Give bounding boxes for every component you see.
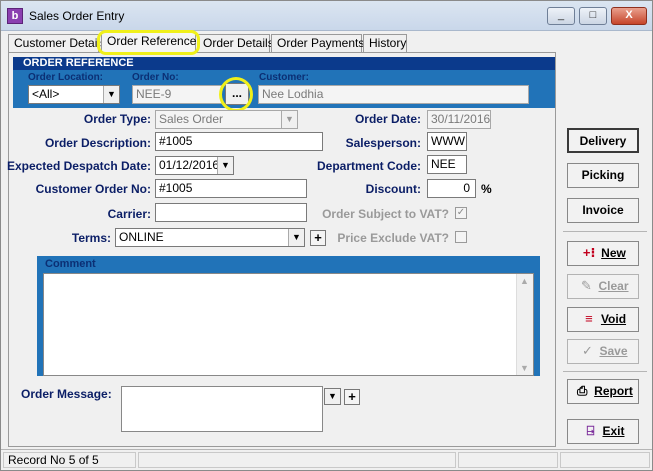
app-b-icon: b (7, 8, 23, 24)
minimize-button[interactable]: _ (547, 7, 575, 25)
department-code-field[interactable]: NEE (427, 155, 467, 174)
report-button[interactable]: ⎙ Report (567, 379, 639, 404)
despatch-date-picker[interactable]: 01/12/2016 ▼ (155, 156, 234, 175)
chevron-down-icon[interactable]: ▼ (103, 86, 119, 103)
record-status: Record No 5 of 5 (3, 452, 136, 468)
despatch-date-value: 01/12/2016 (159, 158, 220, 172)
close-button[interactable]: X (611, 7, 647, 25)
status-cell (138, 452, 456, 468)
exit-door-icon: ⍈ (586, 423, 595, 438)
vat-subject-checkbox[interactable]: ✓ (455, 207, 467, 219)
void-button-label: Void (600, 312, 627, 326)
terms-value: ONLINE (119, 230, 164, 244)
add-message-button[interactable]: + (344, 389, 360, 405)
salesperson-label: Salesperson: (345, 136, 421, 150)
section-header: ORDER REFERENCE (13, 57, 555, 70)
customer-field[interactable]: Nee Lodhia (258, 85, 529, 104)
report-button-label: Report (594, 384, 633, 398)
scroll-down-icon[interactable]: ▼ (520, 363, 529, 373)
maximize-button[interactable]: □ (579, 7, 607, 25)
comment-scrollbar[interactable]: ▲ ▼ (516, 274, 533, 375)
order-type-value: Sales Order (159, 112, 224, 126)
side-divider (563, 371, 647, 372)
comment-panel: Comment ▲ ▼ (37, 256, 540, 376)
side-divider (563, 231, 647, 232)
save-button-label: Save (599, 344, 628, 358)
scroll-up-icon[interactable]: ▲ (520, 276, 529, 286)
status-cell (560, 452, 650, 468)
order-no-field[interactable]: NEE-9 (132, 85, 222, 104)
save-button[interactable]: ✓ Save (567, 339, 639, 364)
order-type-label: Order Type: (83, 112, 151, 126)
status-bar: Record No 5 of 5 (1, 449, 652, 470)
order-location-label: Order Location: (28, 72, 104, 83)
comment-label: Comment (45, 258, 96, 270)
discount-percent-sign: % (481, 182, 492, 196)
discount-field[interactable]: 0 (427, 179, 476, 198)
void-button[interactable]: ≡ Void (567, 307, 639, 332)
order-description-field[interactable]: #1005 (155, 132, 323, 151)
order-date-label: Order Date: (354, 112, 421, 126)
printer-icon: ⎙ (576, 383, 588, 398)
exit-button[interactable]: ⍈ Exit (567, 419, 639, 444)
customer-order-no-field[interactable]: #1005 (155, 179, 307, 198)
order-message-field[interactable] (121, 386, 323, 432)
clear-button-label: Clear (598, 279, 629, 293)
exit-button-label: Exit (602, 424, 625, 438)
chevron-down-icon[interactable]: ▼ (325, 389, 340, 404)
order-lookup-button[interactable]: ... (225, 83, 249, 105)
title-bar: b Sales Order Entry _ □ X (1, 1, 652, 31)
terms-label: Terms: (71, 231, 111, 245)
order-location-select[interactable]: <All> ▼ (28, 85, 120, 104)
customer-label: Customer: (259, 72, 310, 83)
vat-subject-label: Order Subject to VAT? (322, 207, 449, 221)
window-title: Sales Order Entry (29, 9, 125, 23)
new-button[interactable]: +⁝ New (567, 241, 639, 266)
department-code-label: Department Code: (316, 159, 421, 173)
checkmark-icon: ✓ (582, 343, 593, 358)
price-exclude-vat-checkbox[interactable] (455, 231, 467, 243)
order-type-select[interactable]: Sales Order ▼ (155, 110, 298, 129)
salesperson-field[interactable]: WWW (427, 132, 467, 151)
chevron-down-icon[interactable]: ▼ (217, 157, 233, 174)
order-location-value: <All> (32, 87, 60, 101)
order-description-label: Order Description: (44, 136, 151, 150)
carrier-field[interactable] (155, 203, 307, 222)
sales-order-window: b Sales Order Entry _ □ X Customer Detai… (0, 0, 653, 471)
customer-order-no-label: Customer Order No: (35, 182, 151, 196)
new-record-icon: +⁝ (582, 245, 596, 260)
invoice-button[interactable]: Invoice (567, 198, 639, 223)
order-date-field[interactable]: 30/11/2016 (427, 110, 491, 129)
comment-textarea[interactable]: ▲ ▼ (43, 273, 534, 376)
despatch-date-label: Expected Despatch Date: (6, 159, 151, 173)
tab-customer-details[interactable]: Customer Details (8, 34, 106, 52)
order-message-label: Order Message: (21, 387, 112, 401)
eraser-icon: ✎ (581, 278, 592, 293)
order-message-dropdown[interactable]: ▼ (324, 388, 341, 405)
picking-button[interactable]: Picking (567, 163, 639, 188)
clear-button[interactable]: ✎ Clear (567, 274, 639, 299)
void-icon: ≡ (585, 311, 593, 326)
terms-select[interactable]: ONLINE ▼ (115, 228, 305, 247)
price-exclude-vat-label: Price Exclude VAT? (337, 231, 449, 245)
new-button-label: New (601, 246, 626, 260)
discount-label: Discount: (365, 182, 421, 196)
tab-order-details[interactable]: Order Details (197, 34, 274, 52)
order-no-label: Order No: (132, 72, 179, 83)
tab-order-reference[interactable]: Order Reference (97, 30, 200, 55)
chevron-down-icon[interactable]: ▼ (281, 111, 297, 128)
carrier-label: Carrier: (107, 207, 151, 221)
tab-history[interactable]: History (363, 34, 407, 52)
tab-order-payments[interactable]: Order Payments (271, 34, 364, 52)
status-cell (458, 452, 558, 468)
delivery-button[interactable]: Delivery (567, 128, 639, 153)
